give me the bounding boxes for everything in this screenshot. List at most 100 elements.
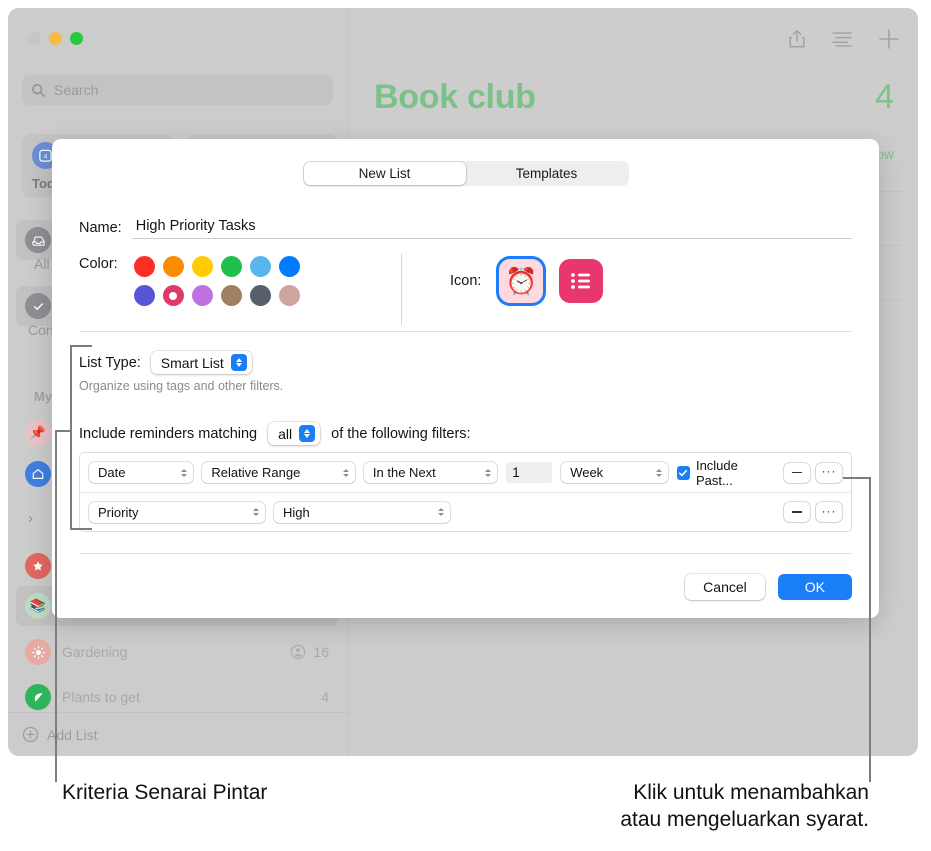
filter-comparator-select[interactable]: High: [274, 501, 450, 523]
annotation-left: Kriteria Senarai Pintar: [62, 781, 268, 804]
filter-unit-select[interactable]: Week: [561, 462, 668, 483]
chevron-updown-icon: [485, 468, 492, 477]
filter-comparator-value: Relative Range: [211, 465, 301, 480]
include-past-checkbox[interactable]: Include Past...: [676, 458, 775, 488]
window-controls[interactable]: [28, 32, 83, 45]
sidebar-label-all: All: [34, 256, 50, 272]
color-swatch-light-blue[interactable]: [249, 256, 271, 277]
list-item-count: 16: [313, 644, 329, 660]
name-input[interactable]: [131, 216, 852, 239]
close-button-icon[interactable]: [28, 32, 41, 45]
cancel-button[interactable]: Cancel: [685, 574, 765, 600]
search-field[interactable]: Search: [22, 75, 333, 105]
maximize-button-icon[interactable]: [70, 32, 83, 45]
vertical-divider: [401, 253, 402, 325]
tab-new-list[interactable]: New List: [303, 162, 466, 185]
list-bullet-icon[interactable]: [559, 259, 604, 303]
callout-bracket-inner-top: [70, 345, 92, 347]
chevron-updown-icon: [655, 468, 662, 477]
filter-row: Date Relative Range In the Next Week: [80, 453, 851, 492]
shared-person-icon: [290, 644, 306, 660]
page-count: 4: [875, 78, 894, 116]
segmented-control[interactable]: New List Templates: [302, 161, 629, 186]
filter-field-value: Priority: [98, 504, 139, 520]
match-prefix-label: Include reminders matching: [79, 425, 258, 442]
sun-icon: [25, 639, 51, 665]
chevron-updown-icon: [342, 468, 349, 477]
remove-filter-button[interactable]: [784, 502, 810, 522]
callout-line-right-elbow: [843, 477, 871, 479]
search-placeholder: Search: [54, 82, 99, 98]
annotation-right: Klik untuk menambahkan atau mengeluarkan…: [509, 780, 869, 834]
filter-comparator-select[interactable]: Relative Range: [202, 462, 355, 483]
filter-field-select[interactable]: Date: [89, 462, 194, 483]
alarm-clock-icon[interactable]: ⏰: [499, 259, 544, 303]
list-item-plants[interactable]: Plants to get 4: [16, 677, 338, 717]
more-options-button[interactable]: ···: [816, 502, 842, 522]
list-item-label: Plants to get: [62, 689, 140, 705]
callout-bracket-inner-bottom: [70, 528, 92, 530]
color-label: Color:: [79, 256, 118, 272]
ok-button[interactable]: OK: [777, 574, 852, 600]
screenshot-root: Search 4 Tod All Con My 📌 › 📚 Gardening …: [0, 0, 931, 851]
leaf-icon: [25, 684, 51, 710]
minimize-button-icon[interactable]: [49, 32, 62, 45]
add-list-button[interactable]: Add List: [8, 712, 349, 756]
color-swatch-indigo[interactable]: [133, 285, 155, 306]
color-swatch-green[interactable]: [220, 256, 242, 277]
search-icon: [31, 83, 46, 98]
color-swatch-yellow[interactable]: [191, 256, 213, 277]
filter-field-select[interactable]: Priority: [89, 501, 265, 523]
color-row: Color:: [79, 256, 308, 314]
icon-tiles[interactable]: ⏰: [499, 259, 604, 303]
color-swatch-brown[interactable]: [220, 285, 242, 306]
list-type-value: Smart List: [160, 354, 224, 371]
sidebar-label-completed: Con: [28, 322, 54, 338]
sidebar-section-my: My: [34, 389, 53, 404]
color-swatch-red[interactable]: [133, 256, 155, 277]
divider: [79, 331, 852, 332]
callout-line-right: [869, 477, 871, 782]
chevron-updown-icon: [299, 425, 316, 442]
chevron-updown-icon: [181, 468, 188, 477]
check-circle-icon: [25, 293, 51, 319]
pin-icon: 📌: [25, 420, 51, 446]
add-icon[interactable]: [878, 28, 900, 50]
chevron-updown-icon: [253, 508, 259, 516]
books-icon: 📚: [25, 593, 51, 619]
color-swatch-rose[interactable]: [278, 285, 300, 306]
filter-amount-input[interactable]: [506, 462, 553, 483]
color-swatch-grid[interactable]: [133, 256, 308, 314]
filter-row-buttons: ···: [784, 502, 842, 522]
new-list-dialog: New List Templates Name: Color:: [52, 139, 879, 618]
tray-icon: [25, 227, 51, 253]
page-title: Book club: [374, 78, 536, 116]
list-view-icon[interactable]: [832, 31, 852, 47]
filter-comparator-value: High: [283, 504, 310, 520]
color-swatch-pink[interactable]: [162, 285, 184, 306]
share-icon[interactable]: [788, 29, 806, 49]
remove-filter-button[interactable]: [784, 462, 810, 483]
list-type-hint: Organize using tags and other filters.: [79, 379, 284, 393]
filter-row-buttons: ···: [784, 462, 842, 483]
filter-relation-select[interactable]: In the Next: [363, 462, 498, 483]
list-type-select[interactable]: Smart List: [150, 351, 252, 374]
chevron-updown-icon: [230, 354, 247, 371]
icon-label: Icon:: [450, 273, 482, 289]
filters-container: Date Relative Range In the Next Week: [79, 452, 852, 532]
house-icon: [25, 461, 51, 487]
svg-text:4: 4: [44, 153, 48, 160]
chevron-updown-icon: [438, 508, 444, 516]
match-select[interactable]: all: [268, 422, 321, 445]
checkmark-icon: [676, 465, 690, 480]
list-item-gardening[interactable]: Gardening 16: [16, 632, 338, 672]
color-swatch-gray[interactable]: [249, 285, 271, 306]
color-swatch-orange[interactable]: [162, 256, 184, 277]
color-swatch-purple[interactable]: [191, 285, 213, 306]
callout-line-left-elbow: [55, 430, 71, 432]
color-swatch-blue[interactable]: [278, 256, 300, 277]
tab-templates[interactable]: Templates: [466, 162, 628, 185]
name-row: Name:: [79, 216, 852, 239]
more-options-button[interactable]: ···: [816, 462, 842, 483]
chevron-right-icon[interactable]: ›: [28, 510, 33, 527]
